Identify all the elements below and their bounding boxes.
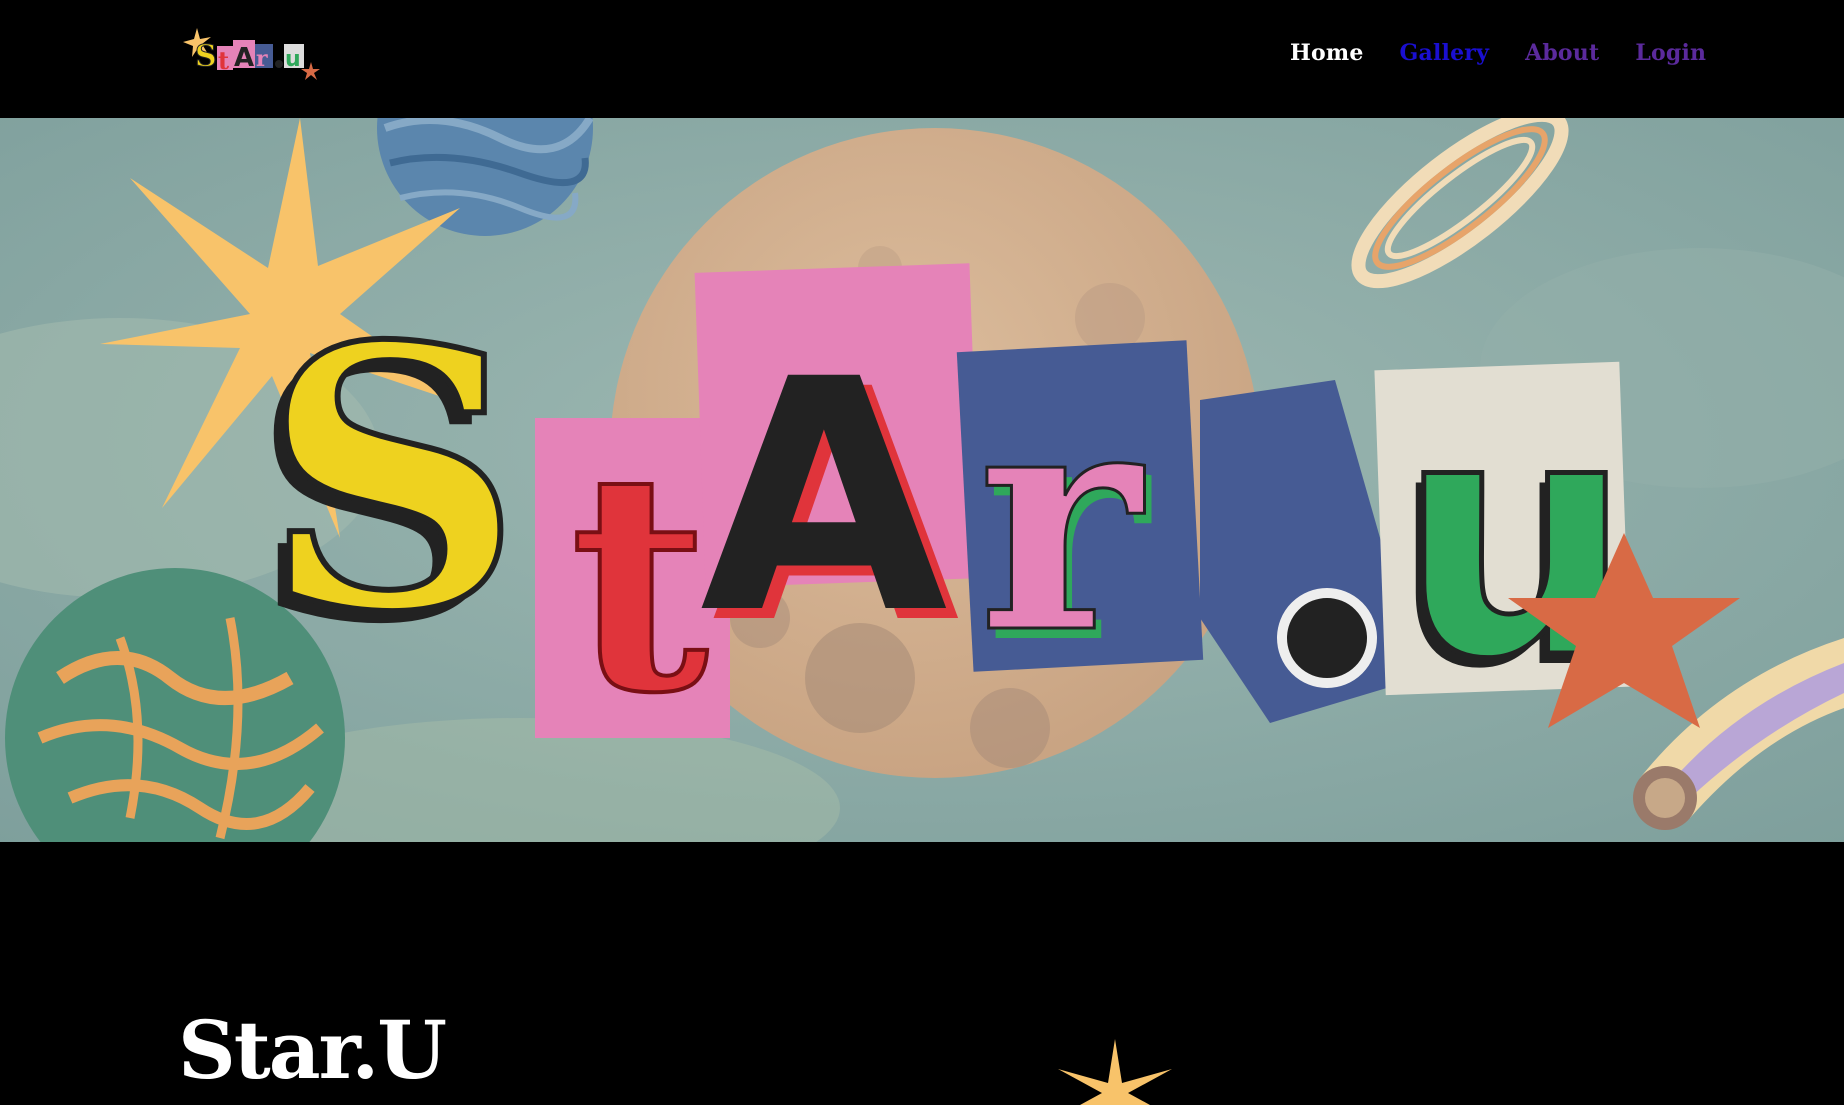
main-nav: Home Gallery About Login (1290, 40, 1706, 66)
star-u-logo-icon: S t A r u (183, 28, 320, 80)
svg-text:S: S (262, 268, 522, 691)
navbar: S t A r u Home Gallery About Login (0, 0, 1844, 118)
site-logo[interactable]: S t A r u (183, 24, 323, 86)
nav-login-link[interactable]: Login (1635, 40, 1706, 66)
nav-gallery-link[interactable]: Gallery (1400, 40, 1490, 66)
svg-text:u: u (285, 47, 301, 72)
svg-text:A: A (234, 43, 254, 73)
letter-a-icon: A A (700, 312, 962, 694)
nav-about-link[interactable]: About (1525, 40, 1599, 66)
svg-text:S: S (195, 39, 217, 74)
letter-r-icon: r r (977, 337, 1155, 713)
letter-t-icon: t (570, 406, 711, 759)
svg-text:r: r (978, 338, 1148, 702)
starburst-icon (1058, 1039, 1172, 1105)
svg-text:A: A (700, 312, 950, 684)
letter-dot-icon (1277, 588, 1377, 688)
page-title: Star.U (178, 1003, 447, 1097)
letter-s-icon: S S (250, 265, 525, 703)
svg-text:r: r (256, 46, 268, 72)
hero-banner: S S t A A r r u u (0, 118, 1844, 842)
svg-text:t: t (218, 46, 229, 75)
nav-home-link[interactable]: Home (1290, 40, 1364, 66)
space-collage-banner-icon: S S t A A r r u u (0, 118, 1844, 842)
